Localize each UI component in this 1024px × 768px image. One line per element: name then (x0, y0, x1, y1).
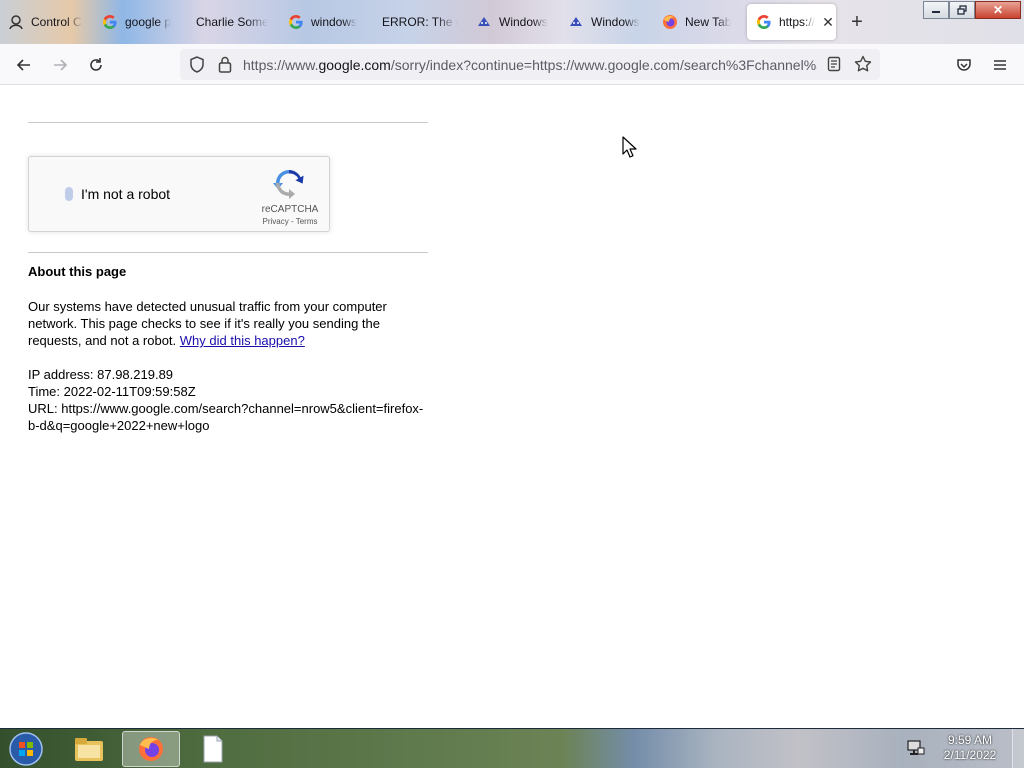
bookmark-star-icon[interactable] (854, 55, 872, 78)
google-icon (102, 14, 118, 30)
firefox-icon (139, 737, 163, 761)
clock-time: 9:59 AM (947, 733, 993, 747)
tab-windows-1[interactable]: Windows (476, 4, 550, 40)
close-tab-icon[interactable]: ✕ (821, 14, 835, 31)
address-bar[interactable]: https://www.google.com/sorry/index?conti… (180, 49, 880, 80)
new-tab-button[interactable]: + (846, 12, 868, 34)
forward-arrow-icon (54, 59, 68, 71)
tab-label: https:// (779, 15, 816, 29)
mouse-cursor-icon (622, 136, 638, 158)
reload-icon (90, 58, 102, 71)
tab-new-tab[interactable]: New Tab (662, 4, 738, 40)
tab-windows-google[interactable]: windows (288, 4, 360, 40)
url-line: URL: https://www.google.com/search?chann… (28, 401, 424, 433)
recaptcha-logo-icon (273, 167, 305, 199)
about-heading: About this page (28, 264, 127, 279)
window-controls: ✕ (923, 1, 1021, 19)
taskbar-explorer-button[interactable] (60, 731, 118, 767)
tab-active-google-sorry[interactable]: https:// ✕ (747, 4, 836, 40)
back-button[interactable] (12, 53, 36, 77)
app-menu-button[interactable] (988, 53, 1012, 77)
windows-app-icon (568, 14, 584, 30)
taskbar-firefox-button[interactable] (122, 731, 180, 767)
terms-link[interactable]: Terms (296, 217, 318, 226)
tracking-protection-shield-icon[interactable] (189, 56, 205, 78)
hamburger-menu-icon (994, 60, 1006, 70)
tab-control-center[interactable]: Control C (8, 4, 86, 40)
recaptcha-label[interactable]: I'm not a robot (81, 186, 170, 202)
tab-strip: Control C google p Charlie Some windows … (0, 0, 1024, 44)
tab-label: Charlie Some (196, 15, 268, 29)
tab-error[interactable]: ERROR: The r (382, 4, 458, 40)
control-center-icon (8, 14, 24, 30)
request-details: IP address: 87.98.219.89 Time: 2022-02-1… (28, 366, 428, 434)
windows-app-icon (476, 14, 492, 30)
pocket-icon (957, 59, 971, 71)
bottom-divider (28, 252, 428, 253)
restore-button[interactable] (949, 1, 975, 19)
back-arrow-icon (16, 59, 30, 71)
time-line: Time: 2022-02-11T09:59:58Z (28, 384, 196, 399)
reader-view-icon[interactable] (827, 56, 841, 77)
tab-label: windows (311, 15, 358, 29)
windows-taskbar: 9:59 AM 2/11/2022 (0, 728, 1024, 768)
start-button[interactable] (6, 731, 46, 767)
recaptcha-widget: I'm not a robot reCAPTCHA Privacy - Term… (28, 156, 330, 232)
ip-address-line: IP address: 87.98.219.89 (28, 367, 174, 382)
network-tray-icon[interactable] (906, 739, 926, 759)
pocket-button[interactable] (952, 53, 976, 77)
why-did-this-happen-link[interactable]: Why did this happen? (180, 333, 305, 348)
reload-button[interactable] (84, 53, 108, 77)
file-explorer-folder-icon (75, 738, 103, 761)
privacy-link[interactable]: Privacy (263, 217, 289, 226)
google-icon (756, 14, 772, 30)
tab-google-p[interactable]: google p (102, 4, 174, 40)
taskbar-document-button[interactable] (184, 731, 242, 767)
clock-date: 2/11/2022 (943, 748, 997, 762)
tab-label: New Tab (685, 15, 732, 29)
recaptcha-links: Privacy - Terms (262, 217, 318, 226)
tab-label: Control C (31, 15, 82, 29)
recaptcha-brand: reCAPTCHA (261, 204, 319, 215)
recaptcha-checkbox[interactable] (65, 187, 73, 201)
top-divider (28, 122, 428, 123)
tab-charlie-some[interactable]: Charlie Some (196, 4, 268, 40)
system-clock[interactable]: 9:59 AM 2/11/2022 (934, 733, 1006, 763)
navigation-toolbar: https://www.google.com/sorry/index?conti… (0, 44, 1024, 85)
tab-label: Windows (591, 15, 640, 29)
forward-button[interactable] (48, 53, 72, 77)
lock-icon[interactable] (218, 56, 232, 78)
tab-label: google p (125, 15, 172, 29)
about-paragraph: Our systems have detected unusual traffi… (28, 299, 387, 348)
minimize-button[interactable] (923, 1, 949, 19)
google-icon (288, 14, 304, 30)
close-window-button[interactable]: ✕ (975, 1, 1021, 19)
show-desktop-button[interactable] (1012, 729, 1024, 768)
blank-document-icon (203, 735, 223, 763)
tab-windows-2[interactable]: Windows (568, 4, 642, 40)
windows-start-orb-icon (9, 732, 43, 766)
firefox-icon (662, 14, 678, 30)
url-text[interactable]: https://www.google.com/sorry/index?conti… (243, 57, 817, 73)
tab-label: ERROR: The r (382, 15, 458, 29)
tab-label: Windows (499, 15, 548, 29)
